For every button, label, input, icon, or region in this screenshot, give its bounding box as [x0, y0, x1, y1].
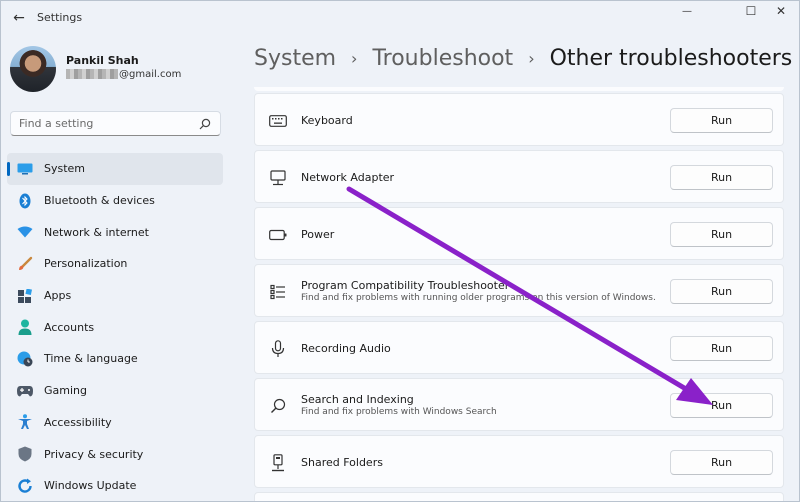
run-shared-folders-button[interactable]: Run [670, 450, 773, 475]
close-button[interactable]: ✕ [759, 1, 799, 21]
user-name: Pankil Shah [66, 54, 139, 67]
troubleshooter-title: Network Adapter [301, 171, 395, 184]
microphone-icon [269, 340, 287, 358]
settings-window: ← Settings — ☐ ✕ Pankil Shah @gmail.com … [0, 0, 800, 502]
wifi-icon [17, 224, 33, 240]
shield-icon [17, 446, 33, 462]
troubleshooter-next-partial [254, 492, 784, 501]
breadcrumb-troubleshoot[interactable]: Troubleshoot [372, 46, 513, 71]
sidebar-nav: System Bluetooth & devices Network & int… [7, 153, 223, 501]
back-arrow-icon: ← [13, 10, 25, 26]
user-email: @gmail.com [66, 68, 181, 80]
minimize-icon: — [682, 5, 692, 17]
sidebar-item-label: Network & internet [44, 225, 149, 239]
troubleshooter-power: Power Run [254, 207, 784, 260]
email-redaction [66, 69, 118, 79]
sidebar-item-label: Privacy & security [44, 447, 144, 461]
sidebar-item-personalization[interactable]: Personalization [7, 248, 223, 280]
close-icon: ✕ [775, 4, 787, 18]
brush-icon [17, 256, 33, 272]
chevron-right-icon: › [528, 48, 535, 68]
run-program-compatibility-button[interactable]: Run [670, 279, 773, 304]
troubleshooter-recording-audio: Recording Audio Run [254, 321, 784, 374]
sidebar-item-label: Bluetooth & devices [44, 194, 155, 208]
sidebar-item-system[interactable]: System [7, 153, 223, 185]
previous-card-edge [254, 87, 784, 91]
troubleshooter-title: Keyboard [301, 114, 353, 127]
run-network-adapter-button[interactable]: Run [670, 165, 773, 190]
troubleshooter-program-compatibility: Program Compatibility Troubleshooter Fin… [254, 264, 784, 317]
sidebar-item-bluetooth[interactable]: Bluetooth & devices [7, 185, 223, 217]
troubleshooter-search-indexing: Search and Indexing Find and fix problem… [254, 378, 784, 431]
sidebar-item-label: Personalization [44, 257, 128, 271]
search-icon [269, 397, 287, 415]
troubleshooter-description: Find and fix problems with running older… [301, 293, 656, 303]
breadcrumb: System › Troubleshoot › Other troublesho… [254, 43, 792, 73]
run-recording-audio-button[interactable]: Run [670, 336, 773, 361]
troubleshooter-shared-folders: Shared Folders Run [254, 435, 784, 488]
system-icon [17, 161, 33, 177]
avatar[interactable] [10, 46, 56, 92]
breadcrumb-system[interactable]: System [254, 46, 336, 71]
title-bar: ← Settings — ☐ ✕ [1, 1, 799, 35]
troubleshooter-title: Search and Indexing [301, 393, 414, 406]
troubleshooter-title: Program Compatibility Troubleshooter [301, 279, 510, 292]
accessibility-icon [17, 414, 33, 430]
troubleshooter-title: Power [301, 228, 335, 241]
troubleshooter-keyboard: Keyboard Run [254, 93, 784, 146]
troubleshooter-description: Find and fix problems with Windows Searc… [301, 407, 497, 417]
troubleshooter-network-adapter: Network Adapter Run [254, 150, 784, 203]
sidebar-item-label: Accessibility [44, 415, 112, 429]
shared-folder-icon [269, 454, 287, 472]
troubleshooter-title: Shared Folders [301, 456, 383, 469]
sidebar-item-windows-update[interactable]: Windows Update [7, 470, 223, 501]
search-icon [198, 116, 212, 135]
troubleshooter-title: Recording Audio [301, 342, 391, 355]
bluetooth-icon [17, 193, 33, 209]
sidebar-item-network[interactable]: Network & internet [7, 216, 223, 248]
troubleshooter-list: Keyboard Run Network Adapter Run Power R… [254, 87, 788, 501]
update-icon [17, 478, 33, 494]
globe-clock-icon [17, 351, 33, 367]
sidebar-item-accessibility[interactable]: Accessibility [7, 407, 223, 439]
sidebar-item-accounts[interactable]: Accounts [7, 311, 223, 343]
sidebar-item-label: Accounts [44, 320, 95, 334]
battery-icon [269, 226, 287, 244]
run-search-indexing-button[interactable]: Run [670, 393, 773, 418]
apps-icon [17, 288, 33, 304]
sidebar-item-gaming[interactable]: Gaming [7, 375, 223, 407]
maximize-icon: ☐ [745, 4, 757, 18]
back-button[interactable]: ← [7, 7, 31, 29]
chevron-right-icon: › [351, 48, 358, 68]
page-title: Other troubleshooters [549, 45, 793, 71]
sidebar-item-label: Gaming [44, 384, 87, 398]
search-placeholder: Find a setting [19, 117, 94, 130]
run-power-button[interactable]: Run [670, 222, 773, 247]
email-suffix: @gmail.com [119, 68, 182, 80]
gaming-icon [17, 383, 33, 399]
minimize-button[interactable]: — [665, 1, 709, 21]
sidebar-item-apps[interactable]: Apps [7, 280, 223, 312]
sidebar-item-label: Time & language [44, 352, 138, 366]
app-title: Settings [37, 11, 83, 24]
sidebar-item-label: Apps [44, 289, 72, 303]
search-input[interactable]: Find a setting [10, 111, 221, 136]
list-icon [269, 283, 287, 301]
sidebar-item-label: Windows Update [44, 479, 137, 493]
sidebar-item-privacy[interactable]: Privacy & security [7, 438, 223, 470]
account-icon [17, 319, 33, 336]
sidebar-item-label: System [44, 162, 86, 176]
network-adapter-icon [269, 169, 287, 187]
keyboard-icon [269, 112, 287, 130]
sidebar-item-time-language[interactable]: Time & language [7, 343, 223, 375]
run-keyboard-button[interactable]: Run [670, 108, 773, 133]
